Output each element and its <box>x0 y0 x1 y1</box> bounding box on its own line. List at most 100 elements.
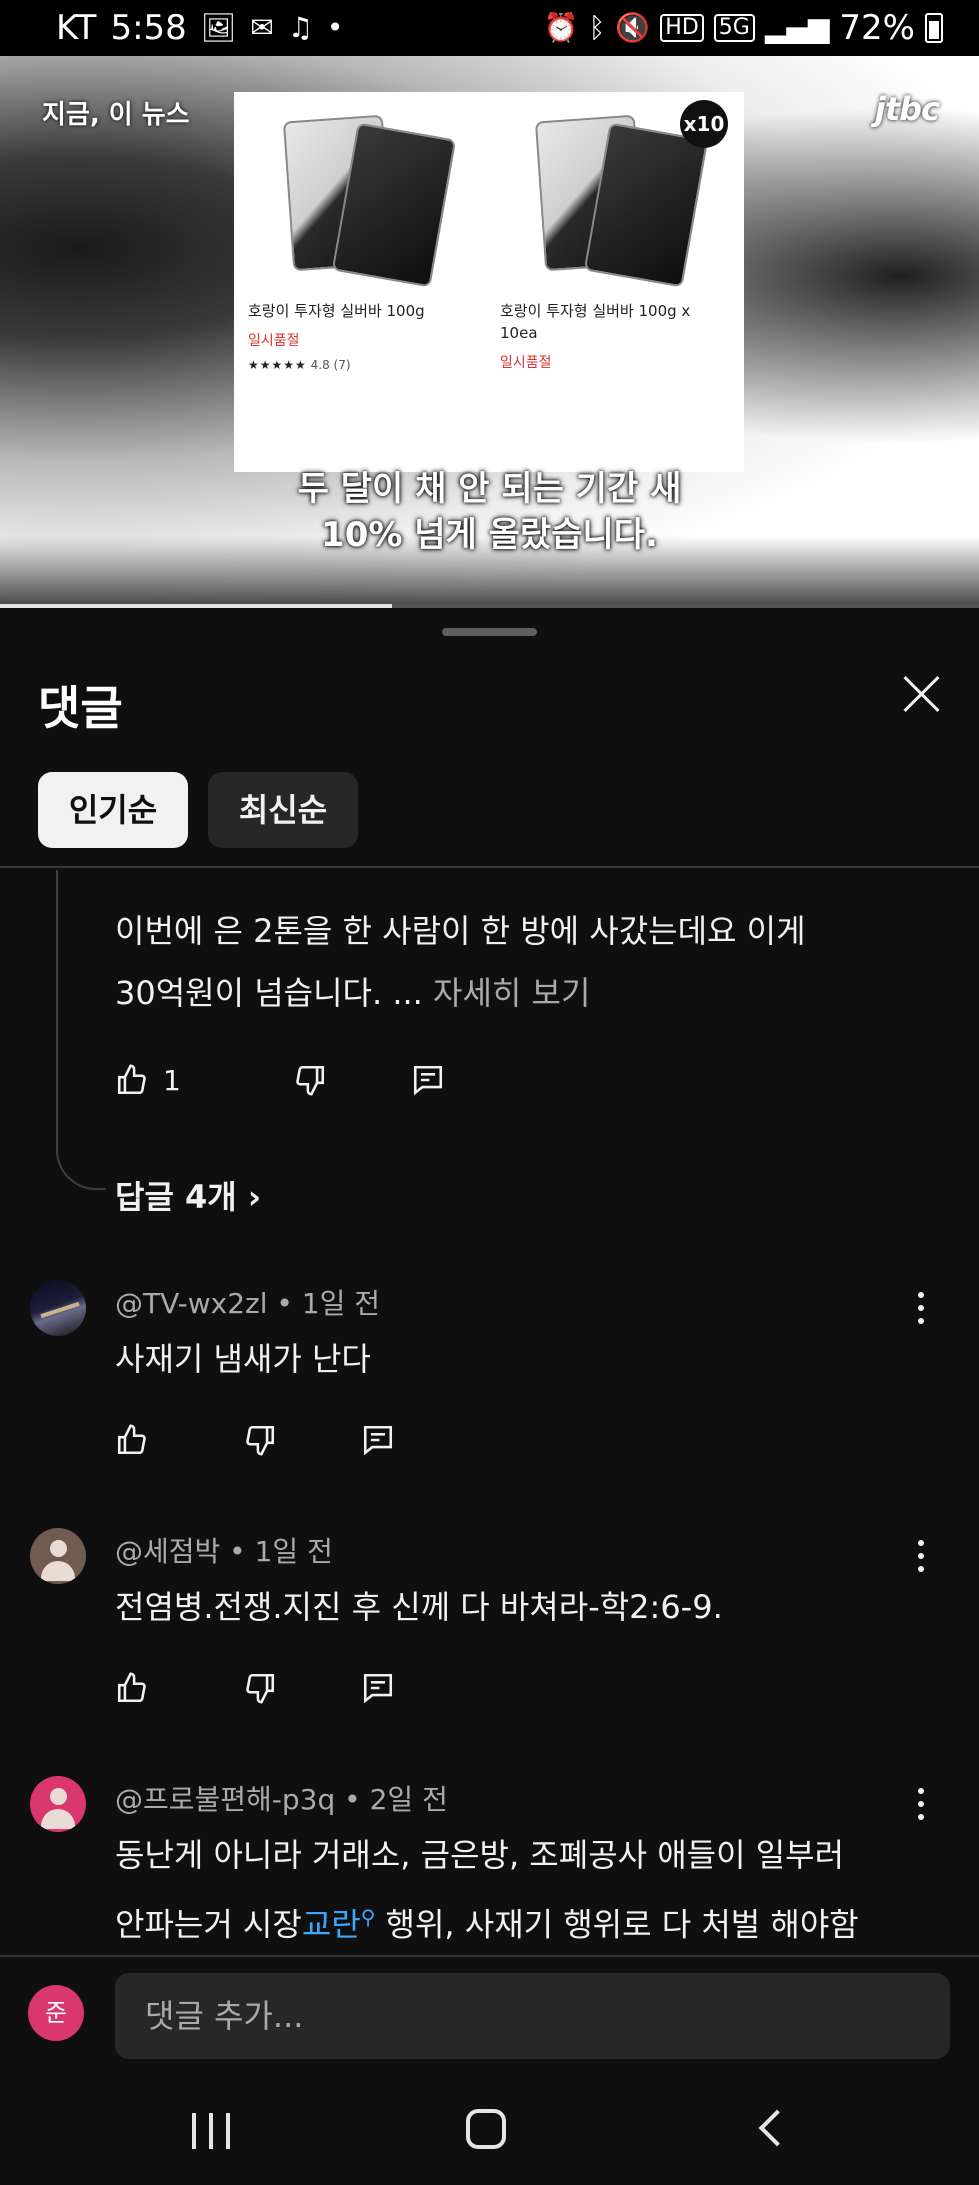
more-options-icon[interactable] <box>911 1538 931 1574</box>
comment-text-line: 30억원이 넘습니다. ... 자세히 보기 <box>115 962 945 1024</box>
battery-icon <box>925 13 943 43</box>
dislike-icon[interactable] <box>293 1063 327 1097</box>
reply-icon[interactable] <box>361 1423 395 1457</box>
like-icon[interactable] <box>115 1671 149 1705</box>
rating-value: 4.8 <box>310 358 330 372</box>
rating-stars: ★★★★★ <box>248 358 307 372</box>
silver-bar-image <box>272 102 472 292</box>
search-icon[interactable]: ⚲ <box>361 1905 376 1929</box>
network-type-icon: 5G <box>713 14 755 42</box>
comment-time: 2일 전 <box>369 1783 448 1816</box>
comment-meta: @TV-wx2zl • 1일 전 <box>115 1282 380 1322</box>
product-listing-frame: 호랑이 투자형 실버바 100g 일시품절 ★★★★★ 4.8 (7) x10 … <box>234 92 744 472</box>
battery-percent: 72% <box>839 8 915 48</box>
comment-text-fragment: 행위, 사재기 행위로 다 처벌 해야함 <box>375 1905 859 1944</box>
mute-icon: 🔇 <box>615 11 651 44</box>
more-options-icon[interactable] <box>911 1290 931 1326</box>
dot-indicator: • <box>326 11 344 44</box>
dislike-icon[interactable] <box>243 1671 277 1705</box>
recents-icon[interactable] <box>190 2113 232 2149</box>
alarm-icon: ⏰ <box>543 11 579 44</box>
view-replies-link[interactable]: 답글 4개 › <box>115 1172 261 1218</box>
comment-text: 동난게 아니라 거래소, 금은방, 조폐공사 애들이 일부러 안파는거 시장교란… <box>115 1824 945 1956</box>
comment-actions: 1 <box>115 1058 445 1102</box>
comments-sheet: 댓글 인기순 최신순 이번에 은 2톤을 한 사람이 한 방에 사갔는데요 이게… <box>0 610 979 2100</box>
system-nav-bar <box>0 2075 979 2185</box>
product-rating: ★★★★★ 4.8 (7) <box>248 358 468 372</box>
more-options-icon[interactable] <box>911 1786 931 1822</box>
video-player[interactable]: 지금, 이 뉴스 jtbc 호랑이 투자형 실버바 100g 일시품절 ★★★★… <box>0 56 979 606</box>
status-right: ⏰ ᛒ 🔇 HD 5G ▂▄▆ 72% <box>544 8 943 48</box>
dislike-icon[interactable] <box>243 1423 277 1457</box>
silver-bar-image: x10 <box>524 100 728 292</box>
like-icon[interactable] <box>115 1063 149 1097</box>
comment-time: 1일 전 <box>301 1287 381 1320</box>
product-status: 일시품절 <box>248 333 300 349</box>
product-name: 호랑이 투자형 실버바 100g x 10ea <box>500 302 691 342</box>
like-icon[interactable] <box>115 1423 149 1457</box>
product-name: 호랑이 투자형 실버바 100g <box>248 302 425 320</box>
search-link[interactable]: 교란 <box>302 1906 361 1944</box>
comment-text: 사재기 냄새가 난다 <box>115 1340 371 1378</box>
comment-author[interactable]: @프로불편해-p3q <box>115 1783 335 1816</box>
add-comment-input[interactable]: 댓글 추가... <box>115 1973 950 2059</box>
status-bar: KT 5:58 🖼 ✉ ♫ • ⏰ ᛒ 🔇 HD 5G ▂▄▆ 72% <box>0 0 979 56</box>
status-left: KT 5:58 🖼 ✉ ♫ • <box>56 8 343 48</box>
subtitle-line: 10% 넘게 올랐습니다. <box>321 515 658 555</box>
back-icon[interactable] <box>752 2111 788 2147</box>
my-avatar[interactable]: 준 <box>28 1985 84 2041</box>
product-card: 호랑이 투자형 실버바 100g 일시품절 ★★★★★ 4.8 (7) <box>248 102 468 372</box>
thread-connector <box>56 870 106 1190</box>
comment-actions <box>115 1418 395 1462</box>
comment-text: 전염병.전쟁.지진 후 신께 다 바쳐라-학2:6-9. <box>115 1588 723 1626</box>
home-icon[interactable] <box>466 2109 506 2149</box>
image-icon: 🖼 <box>200 11 237 44</box>
divider <box>0 866 979 868</box>
comment-text-fragment: 안파는거 시장 <box>115 1905 302 1944</box>
avatar[interactable] <box>30 1776 86 1832</box>
avatar[interactable] <box>30 1280 86 1336</box>
hd-icon: HD <box>660 14 704 42</box>
sort-chip-popular[interactable]: 인기순 <box>38 772 188 848</box>
drag-handle[interactable] <box>442 628 537 636</box>
bluetooth-icon: ᛒ <box>588 11 606 44</box>
comment-meta: @프로불편해-p3q • 2일 전 <box>115 1778 448 1818</box>
jtbc-logo: jtbc <box>874 90 940 128</box>
comment-text-line: 이번에 은 2톤을 한 사람이 한 방에 사갔는데요 이게 <box>115 912 806 950</box>
comment-text: 이번에 은 2톤을 한 사람이 한 방에 사갔는데요 이게 30억원이 넘습니다… <box>115 900 945 1024</box>
product-status: 일시품절 <box>500 355 552 371</box>
comment-actions <box>115 1666 395 1710</box>
comment-text-line: 동난게 아니라 거래소, 금은방, 조폐공사 애들이 일부러 <box>115 1836 845 1874</box>
meta-separator: • <box>220 1535 255 1568</box>
music-icon: ♫ <box>287 11 313 44</box>
add-comment-bar: 준 댓글 추가... <box>0 1955 979 2075</box>
carrier-label: KT <box>56 8 97 48</box>
clock: 5:58 <box>110 8 187 48</box>
comment-meta: @세점박 • 1일 전 <box>115 1530 333 1570</box>
video-brand-label: 지금, 이 뉴스 <box>42 100 190 130</box>
comment-author[interactable]: @TV-wx2zl <box>115 1287 267 1320</box>
comment-text-line: 안파는거 시장교란⚲ 행위, 사재기 행위로 다 처벌 해야함 <box>115 1886 945 1956</box>
product-card: x10 호랑이 투자형 실버바 100g x 10ea 일시품절 <box>500 100 728 372</box>
reply-icon[interactable] <box>411 1063 445 1097</box>
avatar[interactable] <box>30 1528 86 1584</box>
mail-icon: ✉ <box>250 11 274 44</box>
read-more-link[interactable]: 자세히 보기 <box>433 974 590 1012</box>
meta-separator: • <box>335 1783 370 1816</box>
video-subtitle: 두 달이 채 안 되는 기간 새 10% 넘게 올랐습니다. <box>0 466 979 558</box>
reply-icon[interactable] <box>361 1671 395 1705</box>
video-progress-bar[interactable] <box>0 604 979 608</box>
meta-separator: • <box>267 1287 302 1320</box>
signal-icon: ▂▄▆ <box>764 11 830 44</box>
rating-count: (7) <box>333 358 351 372</box>
comment-text-fragment: 30억원이 넘습니다. ... <box>115 974 434 1012</box>
close-icon[interactable] <box>900 672 944 716</box>
sort-chip-newest[interactable]: 최신순 <box>208 772 358 848</box>
comment-author[interactable]: @세점박 <box>115 1535 220 1568</box>
subtitle-line: 두 달이 채 안 되는 기간 새 <box>297 469 682 509</box>
like-count: 1 <box>163 1063 181 1097</box>
sheet-title: 댓글 <box>38 681 123 735</box>
quantity-badge: x10 <box>680 100 728 148</box>
video-progress-fill <box>0 604 392 608</box>
comment-time: 1일 전 <box>254 1535 333 1568</box>
